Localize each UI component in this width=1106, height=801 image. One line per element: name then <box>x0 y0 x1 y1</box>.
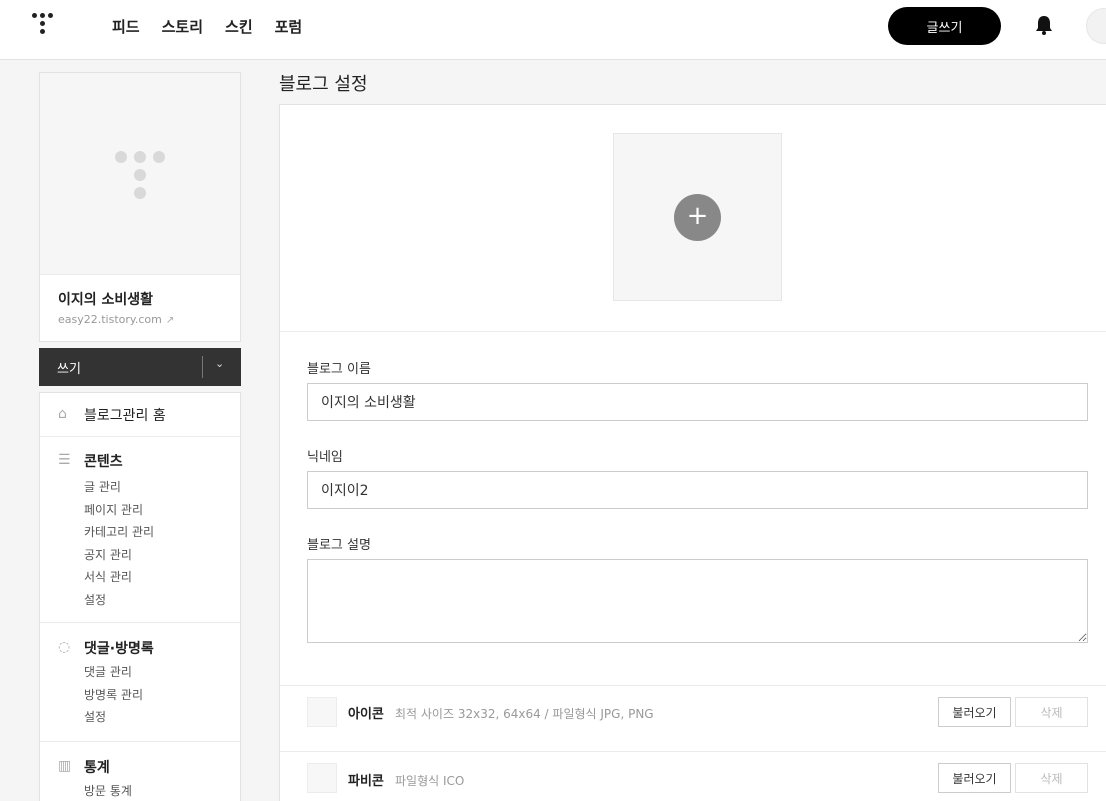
menu-stats[interactable]: ▥ 통계 <box>40 756 240 778</box>
write-menu-bar[interactable]: 쓰기 ⌄ <box>39 348 241 386</box>
nav-story[interactable]: 스토리 <box>162 16 203 37</box>
settings-panel: + 블로그 이름 닉네임 블로그 설명 아이콘 최적 사이즈 32x32, 64… <box>279 104 1106 801</box>
favicon-preview <box>307 763 337 793</box>
avatar[interactable] <box>1086 8 1106 44</box>
bar-chart-icon: ▥ <box>58 758 72 774</box>
menu-item-visit-stats[interactable]: 방문 통계 <box>40 780 240 801</box>
bell-icon[interactable] <box>1034 14 1054 36</box>
menu-home-label[interactable]: 블로그관리 홈 <box>84 405 166 425</box>
menu-section-stats: ▥ 통계 방문 통계 <box>40 742 240 801</box>
blog-url-text[interactable]: easy22.tistory.com <box>58 313 162 326</box>
write-post-button[interactable]: 글쓰기 <box>888 7 1001 45</box>
admin-menu: ⌂ 블로그관리 홈 ☰ 콘텐츠 글 관리 페이지 관리 카테고리 관리 공지 관… <box>39 392 241 801</box>
nav-forum[interactable]: 포럼 <box>275 16 303 37</box>
placeholder-logo-icon <box>115 151 167 203</box>
blog-profile-card: 이지의 소비생활 easy22.tistory.com ↗ <box>39 72 241 342</box>
main-nav: 피드 스토리 스킨 포럼 <box>112 16 302 37</box>
icon-row-title: 아이콘 <box>348 707 384 722</box>
menu-section-home: ⌂ 블로그관리 홈 <box>40 393 240 437</box>
menu-stats-title[interactable]: 통계 <box>84 757 110 777</box>
menu-comments[interactable]: ◌ 댓글·방명록 <box>40 637 240 659</box>
divider <box>280 685 1106 686</box>
menu-item-guestbook[interactable]: 방명록 관리 <box>40 684 240 707</box>
icon-delete-button[interactable]: 삭제 <box>1015 697 1088 727</box>
chevron-down-icon[interactable]: ⌄ <box>215 357 224 370</box>
nav-skin[interactable]: 스킨 <box>225 16 253 37</box>
menu-item-comments[interactable]: 댓글 관리 <box>40 661 240 684</box>
menu-item-posts[interactable]: 글 관리 <box>40 476 240 499</box>
menu-item-categories[interactable]: 카테고리 관리 <box>40 521 240 544</box>
icon-preview <box>307 697 337 727</box>
description-textarea[interactable] <box>307 559 1088 643</box>
menu-item-pages[interactable]: 페이지 관리 <box>40 499 240 522</box>
menu-item-templates[interactable]: 서식 관리 <box>40 566 240 589</box>
favicon-delete-button[interactable]: 삭제 <box>1015 763 1088 793</box>
menu-home[interactable]: ⌂ 블로그관리 홈 <box>40 404 240 426</box>
divider <box>280 751 1106 752</box>
nav-feed[interactable]: 피드 <box>112 16 140 37</box>
description-label: 블로그 설명 <box>307 538 371 553</box>
menu-section-contents: ☰ 콘텐츠 글 관리 페이지 관리 카테고리 관리 공지 관리 서식 관리 설정 <box>40 437 240 623</box>
menu-contents-title[interactable]: 콘텐츠 <box>84 451 123 471</box>
comment-icon: ◌ <box>58 639 71 655</box>
document-icon: ☰ <box>58 452 71 468</box>
page-title: 블로그 설정 <box>279 74 368 95</box>
nickname-label: 닉네임 <box>307 450 343 465</box>
favicon-load-button[interactable]: 불러오기 <box>938 763 1011 793</box>
menu-item-notices[interactable]: 공지 관리 <box>40 544 240 567</box>
divider <box>280 331 1106 332</box>
favicon-row-description: 파일형식 ICO <box>395 774 465 788</box>
menu-item-contents-settings[interactable]: 설정 <box>40 589 240 612</box>
top-bar: 피드 스토리 스킨 포럼 글쓰기 <box>0 0 1106 60</box>
icon-load-button[interactable]: 불러오기 <box>938 697 1011 727</box>
menu-contents[interactable]: ☰ 콘텐츠 <box>40 450 240 472</box>
home-icon: ⌂ <box>58 406 67 422</box>
blog-image-upload[interactable]: + <box>613 133 782 301</box>
menu-comments-title[interactable]: 댓글·방명록 <box>84 638 154 658</box>
tistory-logo-icon[interactable] <box>32 13 58 39</box>
blog-title[interactable]: 이지의 소비생활 <box>58 289 153 309</box>
external-link-icon[interactable]: ↗ <box>166 315 174 326</box>
blog-name-label: 블로그 이름 <box>307 362 371 377</box>
menu-section-comments: ◌ 댓글·방명록 댓글 관리 방명록 관리 설정 <box>40 623 240 742</box>
menu-item-comments-settings[interactable]: 설정 <box>40 706 240 729</box>
blog-name-input[interactable] <box>307 383 1088 421</box>
write-label[interactable]: 쓰기 <box>57 358 81 377</box>
blog-url-link[interactable]: easy22.tistory.com ↗ <box>58 313 174 326</box>
write-bar-divider <box>202 356 203 378</box>
nickname-input[interactable] <box>307 471 1088 509</box>
icon-row-description: 최적 사이즈 32x32, 64x64 / 파일형식 JPG, PNG <box>395 707 654 721</box>
blog-thumbnail <box>40 73 240 275</box>
plus-icon[interactable]: + <box>674 194 721 241</box>
favicon-row-title: 파비콘 <box>348 774 384 789</box>
